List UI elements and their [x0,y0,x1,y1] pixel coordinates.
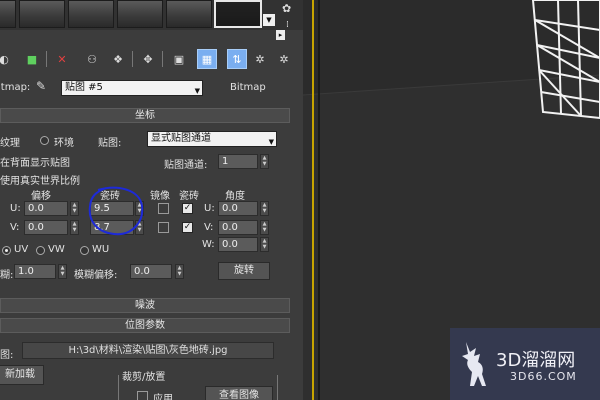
material-sample-slots: ▼ ✿ ▸ ⁞ [0,0,303,40]
mapping-value: 显式贴图通道 [151,133,211,144]
u-tile-checkbox[interactable]: ✓ [182,203,193,214]
sample-type-icon[interactable]: ✿ [282,2,291,15]
environ-radio[interactable] [40,136,49,145]
scroll-right-icon[interactable]: ▸ [276,30,285,40]
w-angle-field[interactable]: 0.0 [218,237,258,252]
blur-label: 糊: [0,270,14,281]
uv-label: UV [14,244,29,255]
blur-spinner[interactable]: ▲ ▼ [58,264,67,279]
map-channel-field[interactable]: 1 [218,154,258,169]
toolbar-separator [132,51,133,67]
w-angle-label: W: [202,239,215,250]
apply-checkbox[interactable] [137,391,148,400]
watermark: 3D溜溜网 3D66.COM [450,328,600,400]
sample-slot[interactable] [117,0,163,28]
go-forward-sibling-icon[interactable]: ✲ [274,49,294,69]
sample-slot[interactable] [0,0,16,28]
go-to-parent-icon[interactable]: ⇅ [227,49,247,69]
environ-label: 环境 [54,138,74,149]
show-map-in-viewport-icon[interactable]: ▦ [197,49,217,69]
w-angle-spinner[interactable]: ▲ ▼ [260,237,269,252]
show-map-icon[interactable]: ▣ [169,49,189,69]
blur-offset-spinner[interactable]: ▲ ▼ [175,264,184,279]
mapping-dropdown[interactable]: 显式贴图通道 ▼ [147,131,277,147]
show-on-back-label: 在背面显示贴图 [0,158,70,169]
uv-radio[interactable] [2,246,11,255]
angle-header: 角度 [225,191,245,202]
chevron-down-icon: ▼ [268,138,274,146]
v-angle-spinner[interactable]: ▲ ▼ [260,220,269,235]
u-angle-label: U: [204,203,215,214]
vw-label: VW [48,244,65,255]
offset-header: 偏移 [31,191,51,202]
v-label: V: [10,222,20,233]
u-offset-spinner[interactable]: ▲ ▼ [70,201,79,216]
tile-header: 瓷砖 [179,191,199,202]
wu-label: WU [92,244,110,255]
eyedropper-icon[interactable]: ✎ [36,79,46,93]
v-angle-field[interactable]: 0.0 [218,220,258,235]
v-offset-spinner[interactable]: ▲ ▼ [70,220,79,235]
watermark-sub: 3D66.COM [510,370,577,383]
make-copy-icon[interactable]: ❖ [108,49,128,69]
v-mirror-checkbox[interactable] [158,222,169,233]
u-offset-field[interactable]: 0.0 [24,201,68,216]
show-end-result-icon[interactable]: ✲ [250,49,270,69]
sample-slot-selected[interactable] [214,0,262,28]
sample-slot[interactable] [68,0,114,28]
map-channel-spinner[interactable]: ▲ ▼ [260,154,269,169]
blur-field[interactable]: 1.0 [14,264,56,279]
get-material-icon[interactable]: ◐ [0,49,14,69]
noise-rollout-title[interactable]: 噪波 [0,298,290,313]
put-to-scene-icon[interactable]: ■ [22,49,42,69]
watermark-text: 3D溜溜网 [496,350,576,371]
toolbar-separator [162,51,163,67]
bitmap-path-button[interactable]: H:\3d\材料\渲染\贴图\灰色地砖.jpg [22,342,274,359]
u-label: U: [10,203,21,214]
wu-radio[interactable] [80,246,89,255]
vw-radio[interactable] [36,246,45,255]
mapping-label: 贴图: [98,138,122,149]
rotate-button[interactable]: 旋转 [218,262,270,280]
material-editor-panel: ▼ ✿ ▸ ⁞ ◐ ■ ✕ ⚇ ❖ ✥ ▣ ▦ ⇅ ✲ ✲ itmap: ✎ 贴… [0,0,303,400]
deer-logo-icon [462,342,486,386]
coordinates-rollout-title[interactable]: 坐标 [0,108,290,123]
map-label: itmap: [0,82,31,93]
make-unique-icon[interactable]: ⚇ [82,49,102,69]
v-offset-field[interactable]: 0.0 [24,220,68,235]
u-mirror-checkbox[interactable] [158,203,169,214]
apply-label: 应用 [153,394,173,400]
blur-offset-field[interactable]: 0.0 [130,264,172,279]
map-channel-label: 贴图通道: [164,160,208,171]
slot-dropdown-icon[interactable]: ▼ [263,14,275,26]
view-image-button[interactable]: 查看图像 [205,386,273,400]
map-name-text: 贴图 #5 [65,82,103,93]
sample-slot[interactable] [166,0,212,28]
material-id-icon[interactable]: ✥ [138,49,158,69]
bitmap-params-rollout-title[interactable]: 位图参数 [0,318,290,333]
backlight-icon[interactable]: ⁞ [286,20,289,30]
toolbar-separator [46,51,47,67]
sample-slot[interactable] [19,0,65,28]
v-tile-checkbox[interactable]: ✓ [182,222,193,233]
mirror-header: 镜像 [150,191,170,202]
real-world-label: 使用真实世界比例 [0,176,80,187]
chevron-down-icon: ▼ [194,87,200,95]
map-name-field[interactable]: 贴图 #5 ▼ [61,80,203,96]
annotation-circle [88,186,144,236]
bitmap-path-label: 图: [0,350,14,361]
u-angle-field[interactable]: 0.0 [218,201,258,216]
blur-offset-label: 模糊偏移: [74,270,118,281]
v-angle-label: V: [204,222,214,233]
reload-button[interactable]: 新加载 [0,365,44,385]
map-type-button[interactable]: Bitmap [230,82,266,93]
u-angle-spinner[interactable]: ▲ ▼ [260,201,269,216]
texture-label: 纹理 [0,138,20,149]
delete-icon[interactable]: ✕ [52,49,72,69]
